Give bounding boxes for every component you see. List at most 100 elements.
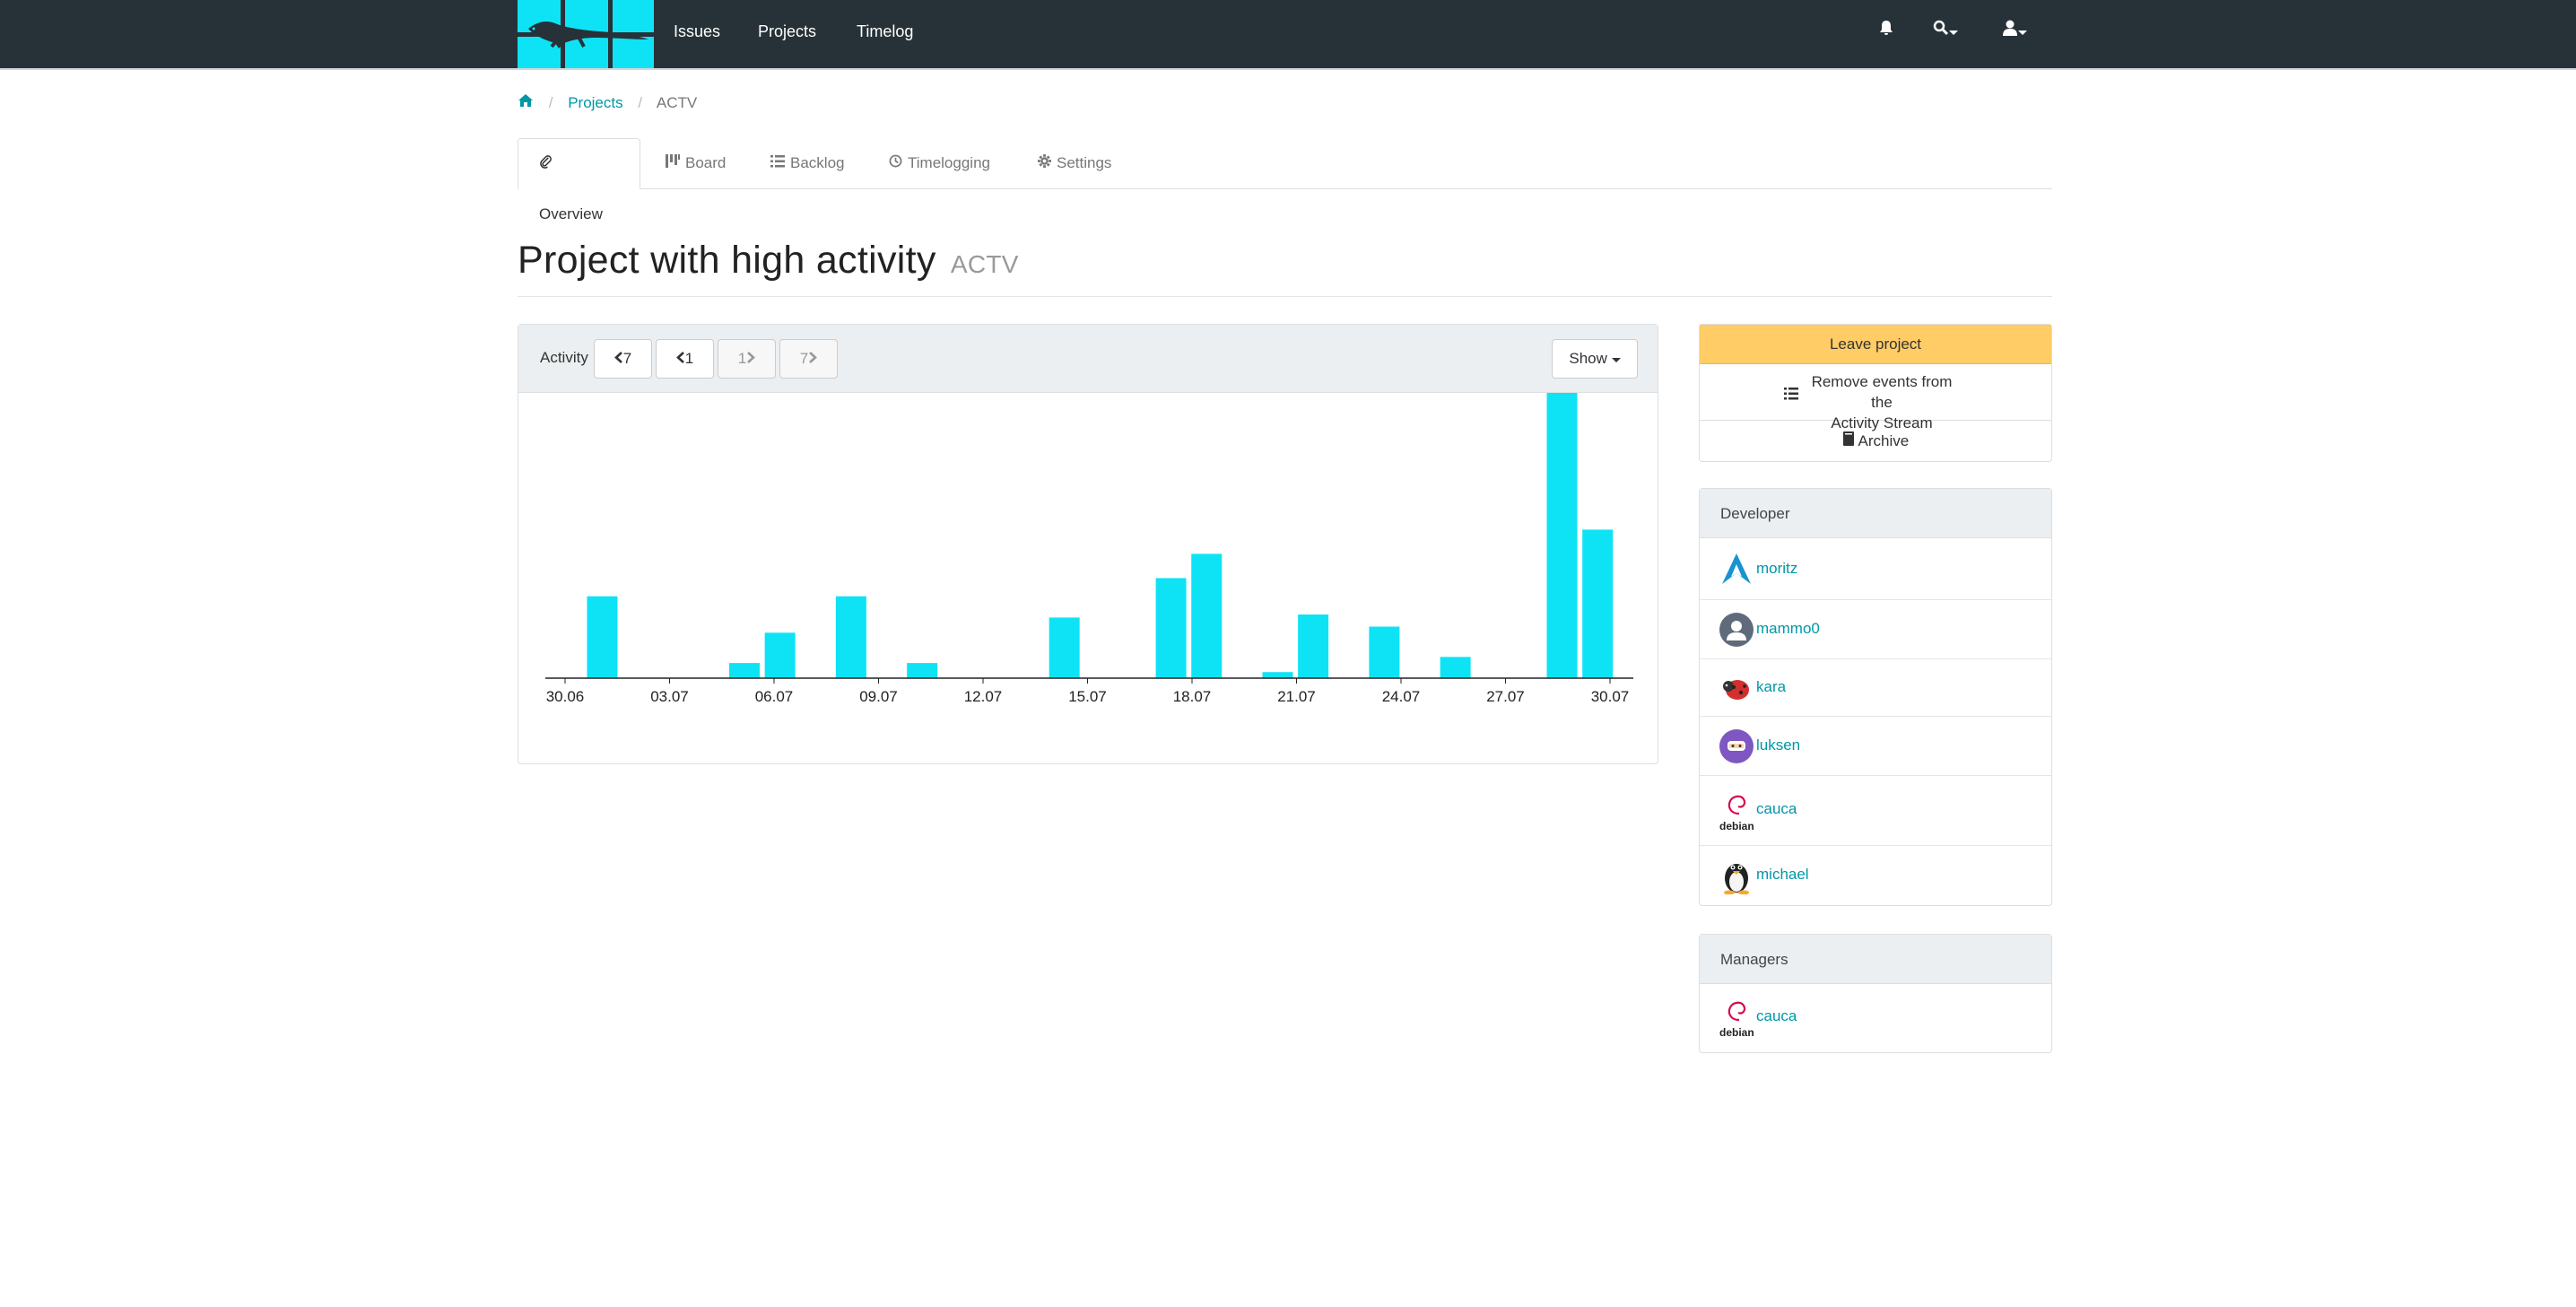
back-7-label: 7: [622, 350, 632, 367]
notifications-button[interactable]: [1879, 20, 1893, 41]
forward-7-days-button[interactable]: 7: [779, 339, 838, 379]
default-user-icon: [1719, 613, 1754, 647]
chevron-left-icon: [614, 352, 622, 363]
activity-bar: [1049, 617, 1080, 678]
activity-label: Activity: [540, 349, 588, 366]
show-label: Show: [1569, 350, 1607, 367]
debian-wordmark: debian: [1719, 1026, 1754, 1039]
x-tick-label: 18.07: [1173, 688, 1212, 705]
caret-down-icon: [1949, 30, 1958, 35]
archive-label: Archive: [1858, 432, 1910, 449]
member-row: debian cauca: [1700, 776, 2051, 846]
x-tick-label: 27.07: [1486, 688, 1525, 705]
managers-panel: Managers debian cauca: [1699, 934, 2052, 1053]
forward-1-day-button[interactable]: 1: [718, 339, 776, 379]
x-tick-label: 21.07: [1277, 688, 1316, 705]
home-link[interactable]: [518, 94, 538, 111]
debian-wordmark: debian: [1719, 820, 1754, 832]
breadcrumb-separator: /: [638, 94, 643, 111]
member-name-link[interactable]: luksen: [1756, 736, 1800, 754]
nav-issues-link[interactable]: Issues: [674, 22, 720, 41]
gear-icon: [1038, 154, 1051, 168]
member-name-link[interactable]: cauca: [1756, 800, 1797, 818]
activity-panel-heading: Activity 7 1 1 7 Show: [518, 325, 1658, 393]
app-logo[interactable]: [518, 0, 654, 68]
arch-linux-icon: [1722, 553, 1751, 584]
member-name-link[interactable]: cauca: [1756, 1007, 1797, 1025]
activity-bar: [1582, 529, 1614, 678]
ninja-icon: [1719, 729, 1754, 763]
developer-panel: Developer moritz mammo0 kara luksen debi…: [1699, 488, 2052, 906]
tab-overview[interactable]: Overview: [518, 138, 640, 222]
activity-bar: [1155, 578, 1187, 678]
project-actions-panel: Leave project Remove events from the Act…: [1699, 324, 2052, 462]
search-dropdown-button[interactable]: [1933, 20, 1958, 41]
x-tick-label: 03.07: [650, 688, 689, 705]
member-name-link[interactable]: kara: [1756, 678, 1786, 696]
member-row: michael: [1700, 846, 2051, 905]
activity-bar: [587, 596, 618, 678]
tab-timelogging[interactable]: Timelogging: [868, 138, 1011, 188]
back-1-label: 1: [684, 350, 694, 367]
debian-swirl-icon: [1727, 1001, 1746, 1022]
managers-panel-heading: Managers: [1700, 935, 2051, 984]
user-icon: [2003, 20, 2017, 36]
chevron-left-icon: [675, 352, 684, 363]
home-icon: [518, 94, 533, 107]
lizard-logo-icon: [528, 22, 648, 48]
breadcrumb: / Projects / ACTV: [518, 93, 697, 112]
activity-bar: [907, 663, 938, 678]
x-tick-label: 24.07: [1382, 688, 1421, 705]
member-name-link[interactable]: moritz: [1756, 560, 1797, 578]
chevron-right-icon: [747, 352, 756, 363]
debian-logo-icon: debian: [1719, 790, 1755, 832]
breadcrumb-current: ACTV: [656, 94, 698, 111]
breadcrumb-projects-link[interactable]: Projects: [568, 94, 622, 111]
member-name-link[interactable]: michael: [1756, 866, 1809, 884]
member-row: mammo0: [1700, 600, 2051, 659]
member-row: moritz: [1700, 538, 2051, 600]
back-7-days-button[interactable]: 7: [594, 339, 652, 379]
developer-panel-heading: Developer: [1700, 489, 2051, 538]
member-row: kara: [1700, 659, 2051, 717]
tab-board[interactable]: Board: [645, 138, 746, 188]
caret-down-icon: [2018, 30, 2027, 35]
board-icon: [666, 154, 680, 168]
tux-penguin-icon: [1724, 864, 1749, 894]
list-icon: [770, 155, 785, 168]
remove-events-button[interactable]: Remove events from the Activity Stream: [1700, 364, 2051, 431]
caret-down-icon: [1611, 358, 1621, 362]
back-1-day-button[interactable]: 1: [656, 339, 714, 379]
show-dropdown-button[interactable]: Show: [1552, 339, 1638, 379]
project-title: Project with high activity: [518, 239, 936, 282]
breadcrumb-separator: /: [548, 94, 553, 111]
page-title: Project with high activity ACTV: [518, 239, 1019, 283]
title-divider: [518, 296, 2052, 297]
forward-1-label: 1: [737, 350, 747, 367]
ladybug-icon: [1723, 680, 1749, 700]
member-name-link[interactable]: mammo0: [1756, 620, 1820, 638]
bell-icon: [1880, 21, 1893, 35]
x-tick-label: 30.06: [546, 688, 585, 705]
leave-project-button[interactable]: Leave project: [1700, 325, 2051, 364]
tab-backlog[interactable]: Backlog: [750, 138, 865, 188]
tab-settings[interactable]: Settings: [1017, 138, 1132, 188]
remove-events-line-1: Remove events from the: [1811, 373, 1953, 411]
managers-heading: Managers: [1720, 951, 1788, 968]
developer-heading: Developer: [1720, 505, 1790, 522]
activity-bar: [1369, 626, 1400, 678]
archive-button[interactable]: Archive: [1700, 421, 2051, 461]
activity-bar: [835, 596, 866, 678]
list-icon: [1784, 388, 1798, 400]
x-tick-label: 15.07: [1068, 688, 1107, 705]
search-icon: [1933, 20, 1949, 36]
activity-bar: [1262, 672, 1293, 678]
member-row: debian cauca: [1700, 984, 2051, 1052]
nav-timelog-link[interactable]: Timelog: [857, 22, 913, 41]
project-tabs: Overview Board Backlog Timelogging Setti…: [518, 138, 2052, 222]
user-menu-button[interactable]: [2002, 20, 2027, 41]
debian-swirl-icon: [1727, 795, 1746, 815]
clock-icon: [889, 154, 902, 168]
nav-projects-link[interactable]: Projects: [758, 22, 816, 41]
paperclip-icon: [540, 155, 552, 169]
